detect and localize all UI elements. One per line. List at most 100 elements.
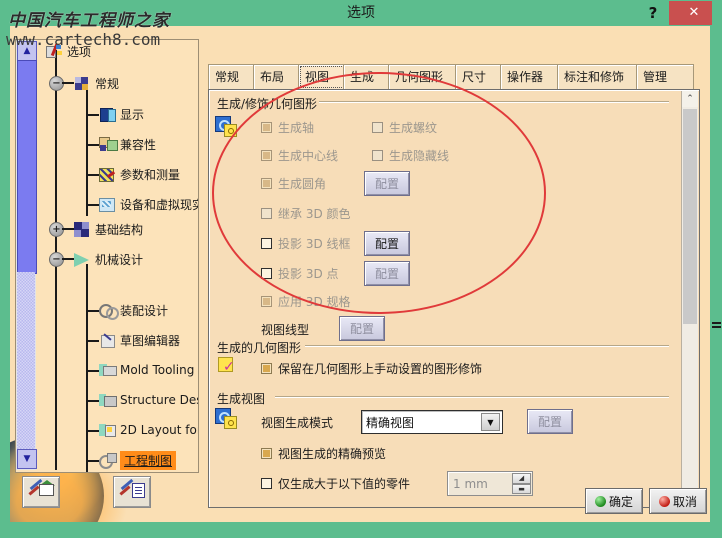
ok-button-label: 确定: [608, 494, 633, 509]
keep-dressup-icon: ✓: [217, 356, 237, 376]
panel-scroll-thumb[interactable]: [683, 109, 697, 324]
house-icon: [39, 484, 54, 496]
tree-node-list: 选项 − 常规 显示 兼容性 参数和测量 设备和虚拟现实 + 基础结构 − 机械…: [38, 40, 198, 472]
tree-vertical-scrollbar[interactable]: ▲ ▼: [16, 40, 37, 470]
checkbox-box[interactable]: [261, 238, 272, 249]
checkbox-apply-3d-specifications[interactable]: 应用 3D 规格: [261, 293, 351, 310]
tree-node-label: 机械设计: [95, 252, 144, 267]
tree-node-label: 显示: [120, 107, 145, 122]
drafting-icon: [99, 452, 117, 469]
view-generation-mode-value: 精确视图: [366, 415, 415, 430]
tree-connector: [86, 460, 99, 462]
sketcher-icon: [99, 332, 116, 348]
panel-scroll-up-button[interactable]: ⌃: [682, 91, 698, 107]
group-rule: [275, 396, 669, 398]
checkbox-label: 继承 3D 颜色: [278, 207, 351, 221]
panel-vertical-scrollbar[interactable]: ⌃ ⌄: [681, 91, 698, 506]
ok-button[interactable]: 确定: [585, 488, 643, 514]
view-linetype-label: 视图线型: [261, 323, 310, 337]
checkbox-box[interactable]: [372, 122, 383, 133]
tree-node-label: 设备和虚拟现实: [120, 197, 199, 212]
linetype-config-button[interactable]: 配置: [339, 316, 385, 341]
tree-connector: [86, 310, 99, 312]
icon-yellow-square: [224, 124, 237, 137]
icon-yellow-square: [224, 416, 237, 429]
checkbox-box[interactable]: [261, 178, 272, 189]
checkbox-generate-center-lines[interactable]: 生成中心线: [261, 147, 338, 164]
cancel-button[interactable]: 取消: [649, 488, 707, 514]
tree-node-mold-tooling-design[interactable]: Mold Tooling Design: [99, 359, 198, 381]
view-generation-mode-select[interactable]: 精确视图 ▼: [361, 410, 503, 434]
stepper-up-button[interactable]: ◢: [512, 473, 531, 484]
general-icon: [74, 76, 91, 91]
checkbox-box[interactable]: [372, 150, 383, 161]
tree-node-mechanical-design[interactable]: 机械设计: [74, 248, 143, 270]
checkbox-inherit-3d-color[interactable]: 继承 3D 颜色: [261, 205, 351, 222]
tree-connector: [86, 370, 99, 372]
tree-connector: [86, 340, 99, 342]
tree-node-label-selected: 工程制图: [120, 450, 177, 470]
tree-connector: [86, 114, 99, 116]
tree-scroll-down-button[interactable]: ▼: [17, 449, 37, 469]
checkbox-box[interactable]: [261, 150, 272, 161]
tree-node-devices-vr[interactable]: 设备和虚拟现实: [99, 193, 199, 215]
group-rule: [305, 345, 669, 347]
checkbox-label: 生成隐藏线: [389, 149, 450, 163]
tree-scroll-thumb[interactable]: [17, 60, 37, 274]
home-tool-button[interactable]: [22, 476, 60, 508]
view-mode-config-button[interactable]: 配置: [527, 409, 573, 434]
group-title-generate-views: 生成视图: [217, 392, 266, 406]
cancel-red-icon: [658, 495, 670, 507]
tree-node-drafting[interactable]: 工程制图: [99, 449, 177, 471]
checkbox-generate-axes[interactable]: 生成轴: [261, 119, 314, 136]
checkbox-keep-manual-dressup[interactable]: 保留在几何图形上手动设置的图形修饰: [261, 360, 482, 377]
checkbox-label: 投影 3D 点: [278, 267, 339, 281]
checkbox-generate-threads[interactable]: 生成螺纹: [372, 119, 437, 136]
wireframe-config-button[interactable]: 配置: [364, 231, 410, 256]
tree-node-parameters-measure[interactable]: 参数和测量: [99, 163, 180, 185]
view-generation-icon: [215, 408, 237, 429]
checkbox-generate-hidden-lines[interactable]: 生成隐藏线: [372, 147, 449, 164]
checkbox-box[interactable]: [261, 208, 272, 219]
help-button[interactable]: ?: [640, 1, 666, 25]
checkbox-project-3d-points[interactable]: 投影 3D 点: [261, 265, 339, 282]
chevron-down-icon[interactable]: ▼: [481, 413, 500, 431]
tree-connector: [86, 204, 99, 206]
checkbox-generate-fillets[interactable]: 生成圆角: [261, 175, 326, 192]
tree-node-assembly-design[interactable]: 装配设计: [99, 299, 168, 321]
checkbox-box[interactable]: [261, 268, 272, 279]
checkbox-box[interactable]: [261, 122, 272, 133]
checkbox-project-3d-wireframe[interactable]: 投影 3D 线框: [261, 235, 351, 252]
checkbox-accurate-preview[interactable]: 视图生成的精确预览: [261, 445, 386, 462]
fillet-config-button[interactable]: 配置: [364, 171, 410, 196]
tree-scroll-track[interactable]: [17, 272, 35, 450]
stepper-buttons[interactable]: ◢ ▬: [512, 473, 531, 494]
checkbox-box[interactable]: [261, 478, 272, 489]
edit-tool-button[interactable]: [113, 476, 151, 508]
tree-node-general[interactable]: 常规: [74, 72, 119, 94]
stepper-down-button[interactable]: ▬: [512, 483, 531, 494]
tree-node-display[interactable]: 显示: [99, 103, 144, 125]
mechanical-design-icon: [74, 252, 91, 267]
tree-node-structure-design[interactable]: Structure Design: [99, 389, 198, 411]
tree-node-infrastructure[interactable]: 基础结构: [74, 218, 143, 240]
point-config-button[interactable]: 配置: [364, 261, 410, 286]
tab-administration[interactable]: 管理: [636, 64, 694, 90]
tree-node-label: 2D Layout for 3D De: [120, 423, 198, 437]
group-title-generated-geometry: 生成的几何图形: [217, 341, 302, 355]
tree-node-compatibility[interactable]: 兼容性: [99, 133, 156, 155]
checkbox-box[interactable]: [261, 363, 272, 374]
tree-node-label: 兼容性: [120, 137, 157, 152]
tree-node-2d-layout[interactable]: 2D Layout for 3D De: [99, 419, 198, 441]
tree-branch-line-general: [86, 88, 88, 216]
tree-node-sketcher[interactable]: 草图编辑器: [99, 329, 180, 351]
parameters-measure-icon: [99, 167, 116, 182]
assembly-design-icon: [99, 303, 119, 320]
checkbox-box[interactable]: [261, 448, 272, 459]
checkbox-box[interactable]: [261, 296, 272, 307]
checkbox-generate-parts-larger-than[interactable]: 仅生成大于以下值的零件: [261, 475, 410, 492]
tree-connector: [86, 144, 99, 146]
display-icon: [99, 107, 116, 122]
tree-node-label: 基础结构: [95, 222, 144, 237]
threshold-value-stepper[interactable]: 1 mm ◢ ▬: [447, 471, 533, 496]
